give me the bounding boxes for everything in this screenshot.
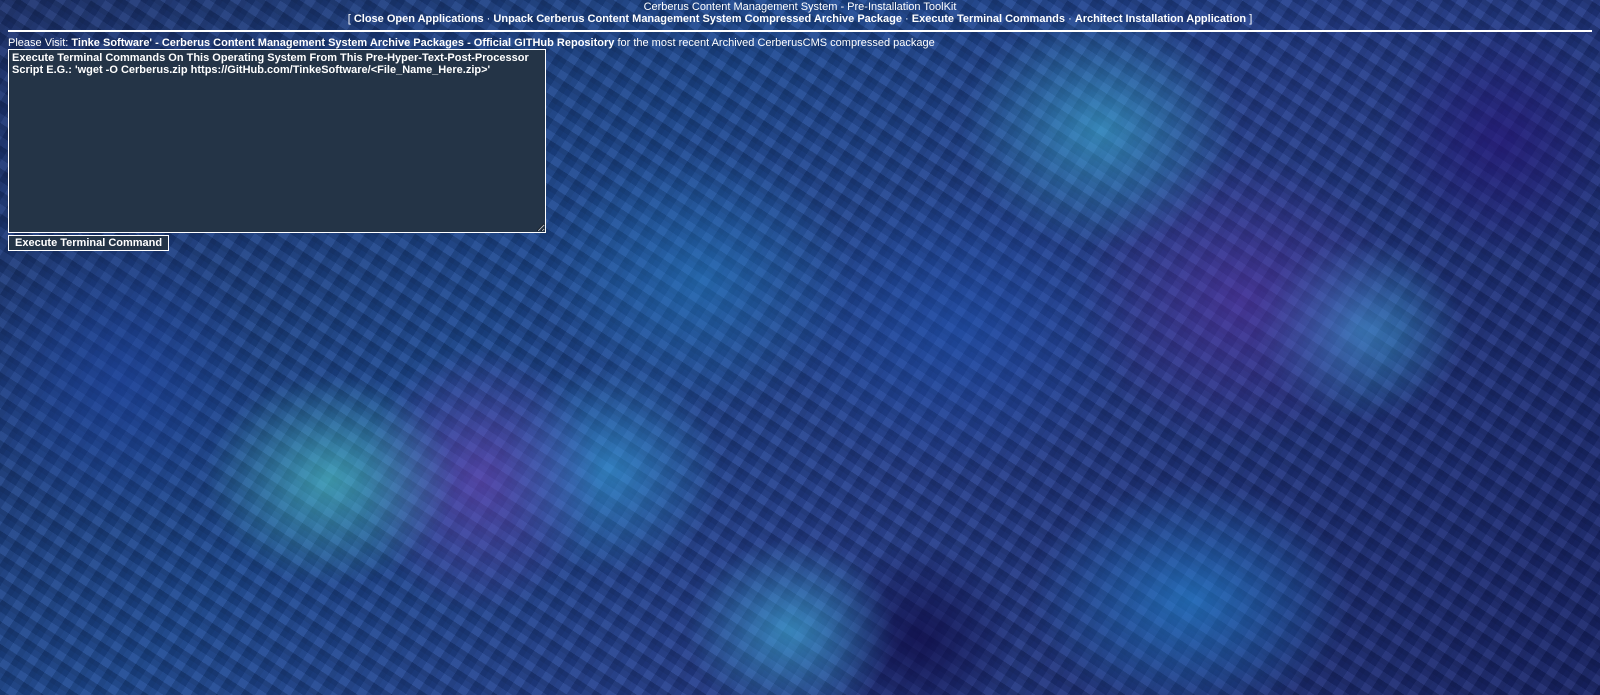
page-header: Cerberus Content Management System - Pre… xyxy=(0,0,1600,26)
nav-separator: · xyxy=(905,13,909,25)
visit-suffix: for the most recent Archived CerberusCMS… xyxy=(617,37,935,49)
header-divider xyxy=(8,30,1592,32)
terminal-command-input[interactable] xyxy=(8,49,546,233)
nav-unpack-archive-package[interactable]: Unpack Cerberus Content Management Syste… xyxy=(493,13,902,25)
nav-separator: · xyxy=(1068,13,1072,25)
nav-execute-terminal-commands[interactable]: Execute Terminal Commands xyxy=(912,13,1065,25)
nav-architect-installation-application[interactable]: Architect Installation Application xyxy=(1075,13,1246,25)
page-title: Cerberus Content Management System - Pre… xyxy=(643,1,957,13)
visit-prefix: Please Visit: xyxy=(8,37,69,49)
nav-bracket-open: [ xyxy=(347,13,351,25)
github-repository-link[interactable]: Tinke Software' - Cerberus Content Manag… xyxy=(71,37,614,49)
nav-close-open-applications[interactable]: Close Open Applications xyxy=(354,13,484,25)
nav-bracket-close: ] xyxy=(1249,13,1253,25)
top-nav: [ Close Open Applications · Unpack Cerbe… xyxy=(0,13,1600,26)
nav-separator: · xyxy=(486,13,491,25)
execute-terminal-command-button[interactable]: Execute Terminal Command xyxy=(8,235,170,251)
